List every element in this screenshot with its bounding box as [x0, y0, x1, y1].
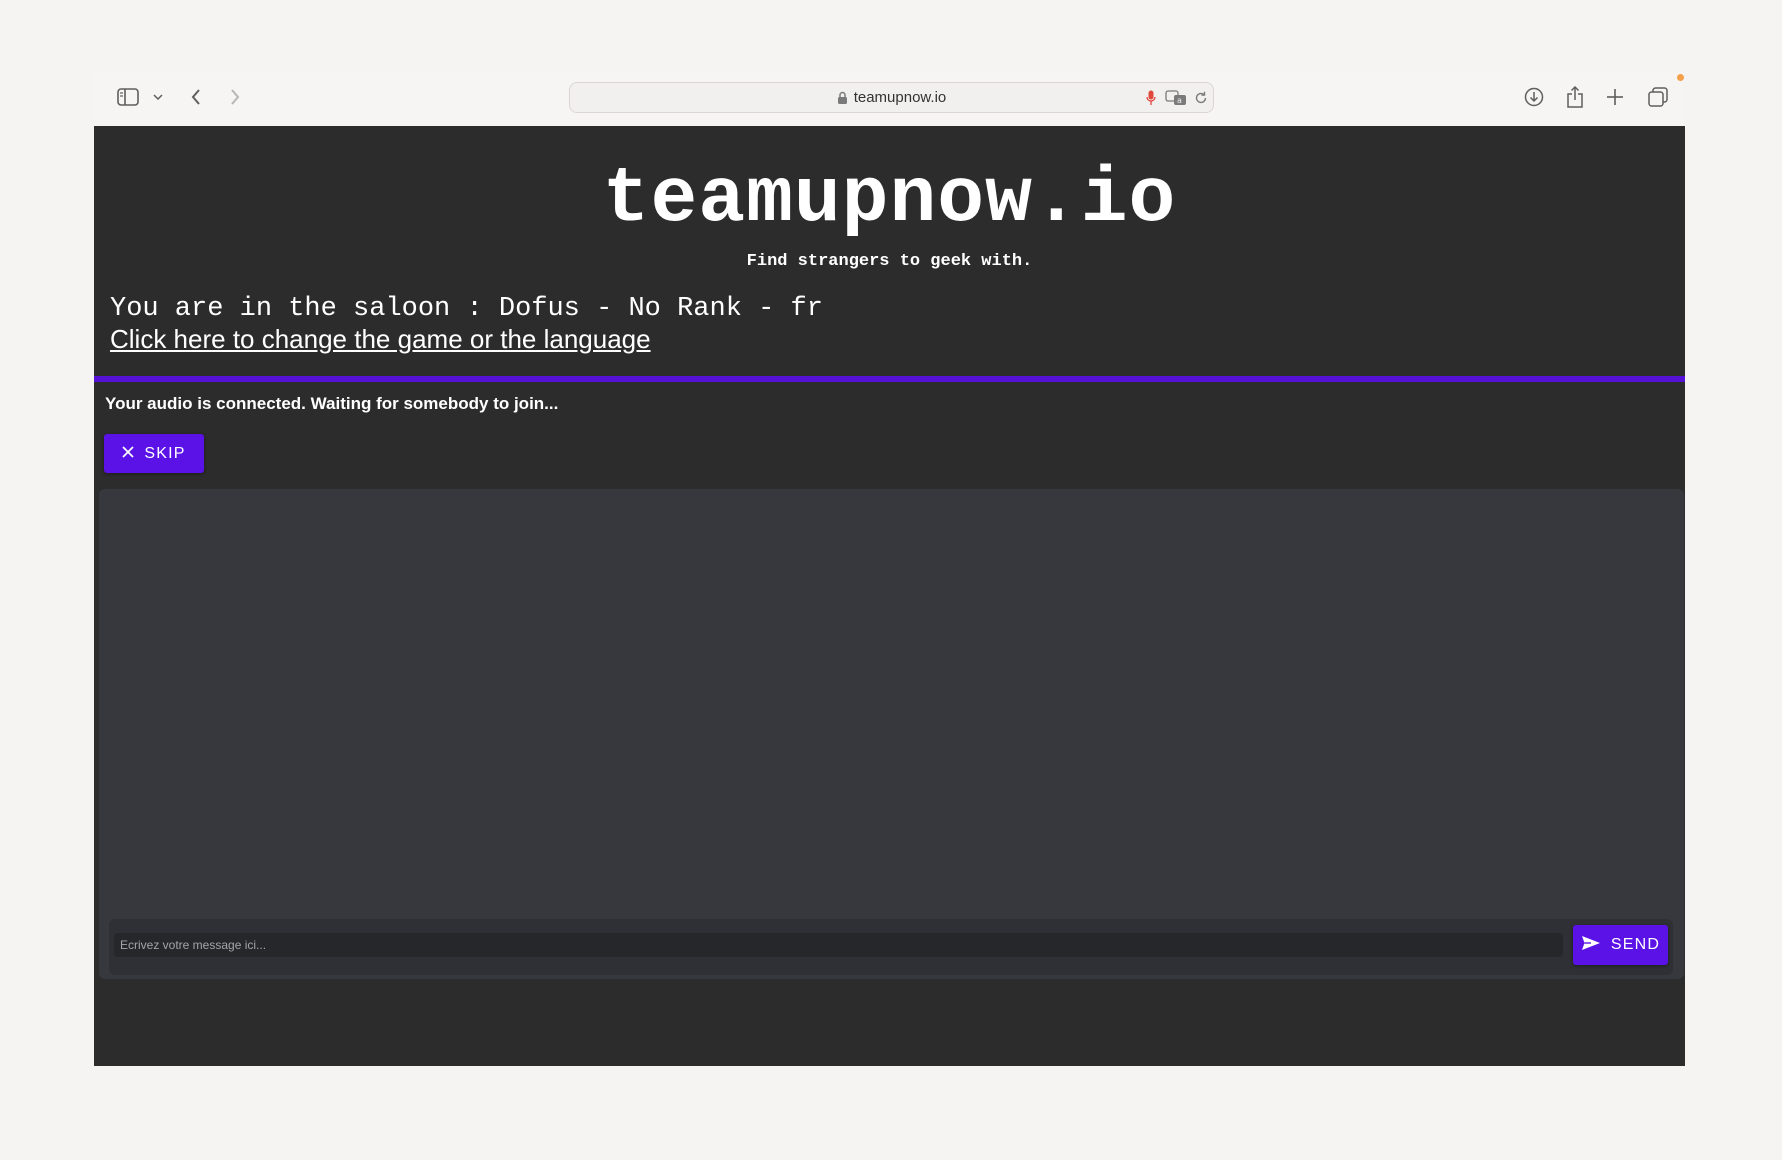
reload-icon[interactable]: [1192, 89, 1210, 107]
plus-icon[interactable]: [1604, 86, 1626, 108]
address-url: teamupnow.io: [853, 89, 947, 106]
download-icon[interactable]: [1522, 85, 1546, 109]
microphone-icon[interactable]: [1144, 89, 1158, 107]
translate-icon[interactable]: a: [1165, 89, 1187, 107]
site-tagline: Find strangers to geek with.: [746, 252, 1033, 271]
tabs-icon[interactable]: [1646, 86, 1670, 108]
lock-icon: [837, 91, 848, 108]
chevron-right-icon[interactable]: [225, 86, 245, 108]
svg-text:a: a: [1177, 96, 1182, 105]
address-bar[interactable]: teamupnow.io a: [569, 82, 1214, 113]
send-button[interactable]: SEND: [1573, 925, 1668, 965]
close-icon: [122, 445, 134, 463]
skip-label: SKIP: [144, 444, 186, 462]
chevron-left-icon[interactable]: [186, 86, 206, 108]
chat-input-row: SEND: [109, 919, 1673, 975]
notification-dot: [1677, 74, 1684, 81]
site-title: teamupnow.io: [602, 156, 1177, 244]
chat-panel: SEND: [99, 489, 1684, 979]
saloon-info: You are in the saloon : Dofus - No Rank …: [110, 294, 823, 324]
send-icon: [1581, 935, 1601, 956]
divider: [94, 376, 1685, 382]
page-viewport: teamupnow.io Find strangers to geek with…: [94, 126, 1685, 1066]
connection-status: Your audio is connected. Waiting for som…: [105, 394, 559, 413]
send-label: SEND: [1610, 936, 1661, 953]
share-icon[interactable]: [1563, 84, 1587, 110]
change-game-language-link[interactable]: Click here to change the game or the lan…: [110, 324, 651, 355]
skip-button[interactable]: SKIP: [104, 434, 204, 473]
sidebar-icon[interactable]: [116, 86, 140, 108]
message-input[interactable]: [114, 933, 1563, 957]
chat-messages: [99, 489, 1684, 919]
chevron-down-icon[interactable]: [152, 90, 164, 104]
